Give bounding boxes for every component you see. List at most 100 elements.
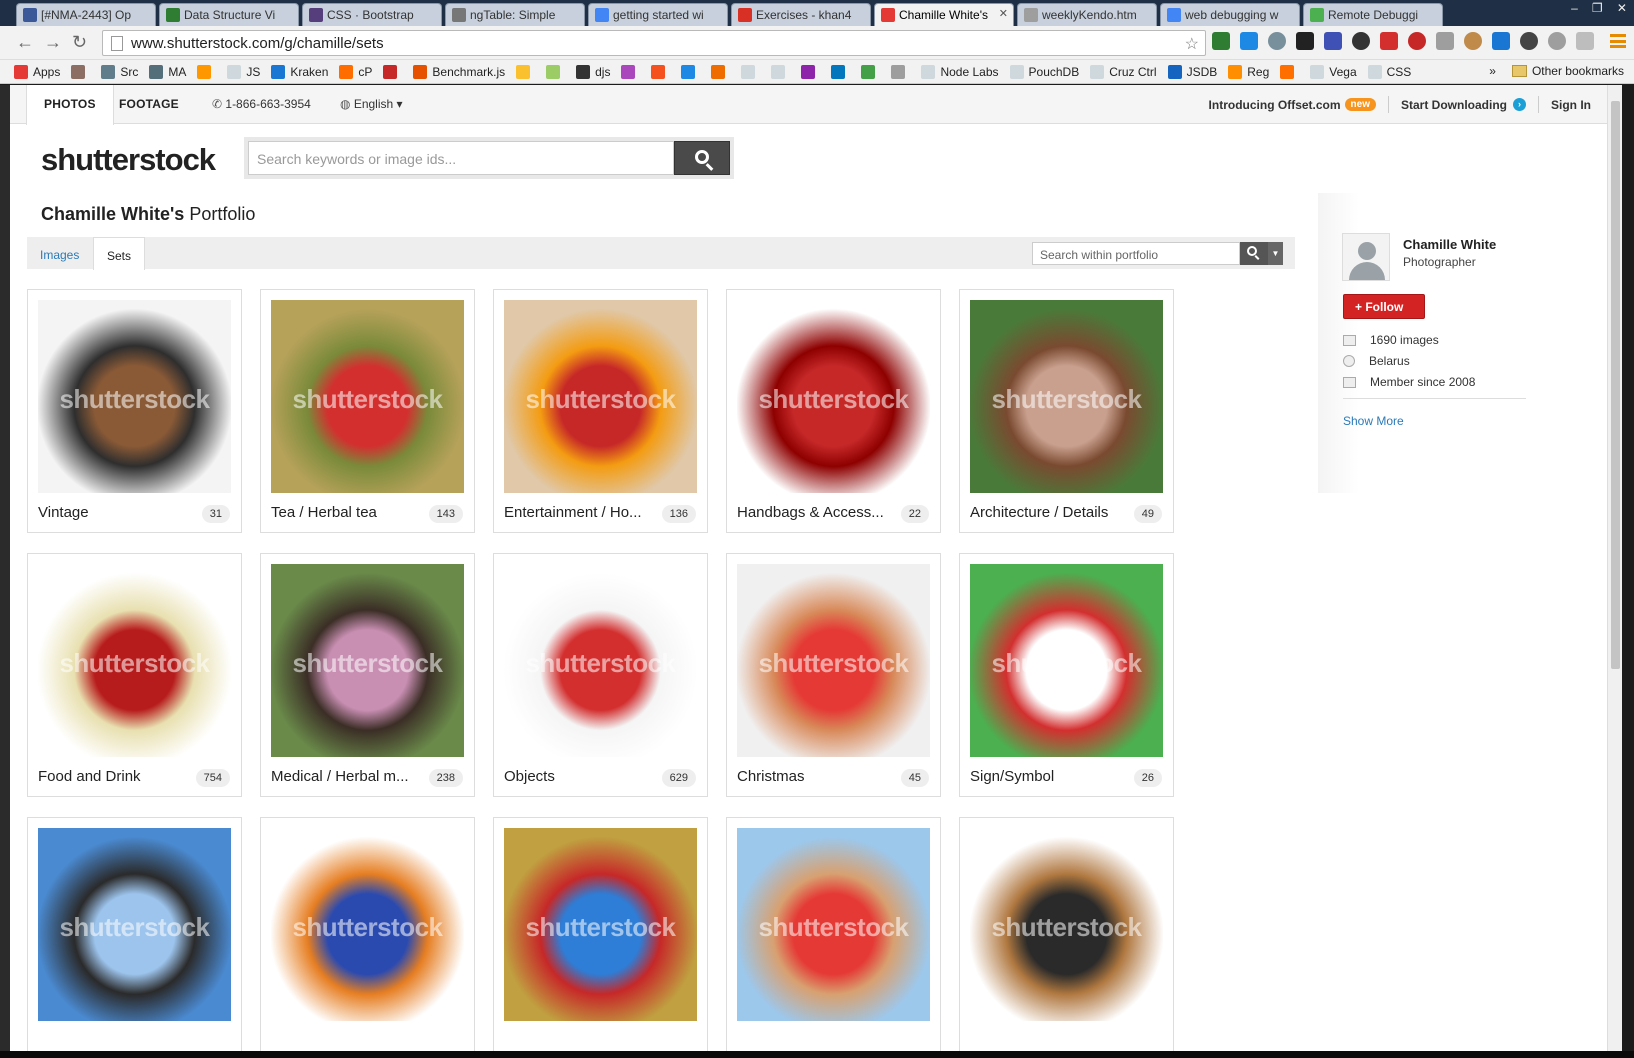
- set-card[interactable]: shutterstock Architecture / Details 49: [959, 289, 1174, 533]
- set-name[interactable]: Architecture / Details: [970, 504, 1120, 521]
- set-thumbnail[interactable]: shutterstock: [38, 300, 231, 493]
- set-thumbnail[interactable]: shutterstock: [737, 300, 930, 493]
- set-thumbnail[interactable]: shutterstock: [970, 564, 1163, 757]
- tab-sets[interactable]: Sets: [93, 237, 146, 270]
- bookmark-item[interactable]: [383, 64, 402, 79]
- set-thumbnail[interactable]: shutterstock: [271, 300, 464, 493]
- browser-tab[interactable]: web debugging w: [1160, 3, 1300, 26]
- set-name[interactable]: Vintage: [38, 504, 188, 521]
- extension-icon[interactable]: [1408, 32, 1426, 50]
- set-card[interactable]: shutterstock: [260, 817, 475, 1051]
- bookmark-item[interactable]: Apps: [14, 64, 60, 79]
- minimize-icon[interactable]: –: [1571, 1, 1578, 20]
- search-input[interactable]: Search keywords or image ids...: [248, 141, 674, 175]
- set-card[interactable]: shutterstock: [726, 817, 941, 1051]
- bookmark-item[interactable]: [516, 64, 535, 79]
- bookmark-item[interactable]: cP: [339, 64, 372, 79]
- set-card[interactable]: shutterstock Food and Drink 754: [27, 553, 242, 797]
- bookmark-item[interactable]: [546, 64, 565, 79]
- extension-icon[interactable]: [1296, 32, 1314, 50]
- set-name[interactable]: Handbags & Access...: [737, 504, 887, 521]
- forward-icon[interactable]: →: [44, 32, 62, 53]
- set-name[interactable]: Objects: [504, 768, 654, 785]
- browser-tab[interactable]: Remote Debuggi: [1303, 3, 1443, 26]
- extension-icon[interactable]: [1240, 32, 1258, 50]
- bookmark-item[interactable]: [621, 64, 640, 79]
- follow-button[interactable]: + Follow: [1343, 294, 1425, 319]
- bookmark-item[interactable]: Cruz Ctrl: [1090, 64, 1157, 79]
- language-selector[interactable]: ◍ English ▾: [340, 97, 403, 111]
- tab-images[interactable]: Images: [27, 237, 92, 269]
- extension-icon[interactable]: [1436, 32, 1454, 50]
- extension-icon[interactable]: [1464, 32, 1482, 50]
- bookmark-item[interactable]: JS: [227, 64, 260, 79]
- set-card[interactable]: shutterstock Tea / Herbal tea 143: [260, 289, 475, 533]
- bookmark-item[interactable]: Kraken: [271, 64, 328, 79]
- other-bookmarks[interactable]: Other bookmarks: [1532, 64, 1624, 78]
- maximize-icon[interactable]: ❐: [1592, 1, 1603, 20]
- extension-icon[interactable]: [1380, 32, 1398, 50]
- set-thumbnail[interactable]: shutterstock: [970, 300, 1163, 493]
- bookmark-item[interactable]: [711, 64, 730, 79]
- search-button[interactable]: [674, 141, 730, 175]
- offset-link[interactable]: Introducing Offset.com: [1209, 98, 1341, 112]
- back-icon[interactable]: ←: [16, 32, 34, 53]
- bookmark-item[interactable]: Vega: [1310, 64, 1357, 79]
- browser-tab[interactable]: CSS · Bootstrap: [302, 3, 442, 26]
- bookmark-item[interactable]: MA: [149, 64, 186, 79]
- set-thumbnail[interactable]: shutterstock: [271, 828, 464, 1021]
- set-card[interactable]: shutterstock: [27, 817, 242, 1051]
- shutterstock-logo[interactable]: shutterstock: [41, 142, 216, 178]
- bookmark-item[interactable]: [1280, 64, 1299, 79]
- bookmark-item[interactable]: Benchmark.js: [413, 64, 505, 79]
- bookmark-item[interactable]: [861, 64, 880, 79]
- browser-tab[interactable]: getting started wi: [588, 3, 728, 26]
- bookmark-item[interactable]: Node Labs: [921, 64, 999, 79]
- set-card[interactable]: shutterstock Medical / Herbal m... 238: [260, 553, 475, 797]
- extension-icon[interactable]: [1352, 32, 1370, 50]
- extension-icon[interactable]: [1548, 32, 1566, 50]
- set-name[interactable]: Food and Drink: [38, 768, 188, 785]
- set-thumbnail[interactable]: shutterstock: [970, 828, 1163, 1021]
- tab-footage[interactable]: FOOTAGE: [102, 85, 196, 124]
- set-card[interactable]: shutterstock Handbags & Access... 22: [726, 289, 941, 533]
- browser-tab[interactable]: Exercises - khan4: [731, 3, 871, 26]
- sign-in-link[interactable]: Sign In: [1551, 98, 1591, 112]
- bookmark-item[interactable]: [801, 64, 820, 79]
- bookmark-item[interactable]: djs: [576, 64, 610, 79]
- bookmark-item[interactable]: [741, 64, 760, 79]
- extension-icon[interactable]: [1520, 32, 1538, 50]
- reload-icon[interactable]: ↻: [72, 32, 87, 53]
- start-downloading-link[interactable]: Start Downloading: [1401, 98, 1507, 112]
- set-card[interactable]: shutterstock Entertainment / Ho... 136: [493, 289, 708, 533]
- extension-icon[interactable]: [1268, 32, 1286, 50]
- set-card[interactable]: shutterstock: [959, 817, 1174, 1051]
- browser-tab[interactable]: Chamille White's ✕: [874, 3, 1014, 26]
- chrome-menu-icon[interactable]: [1610, 34, 1626, 48]
- set-card[interactable]: shutterstock Objects 629: [493, 553, 708, 797]
- show-more-link[interactable]: Show More: [1343, 414, 1404, 428]
- extension-icon[interactable]: [1576, 32, 1594, 50]
- set-thumbnail[interactable]: shutterstock: [737, 828, 930, 1021]
- set-thumbnail[interactable]: shutterstock: [737, 564, 930, 757]
- set-card[interactable]: shutterstock Sign/Symbol 26: [959, 553, 1174, 797]
- bookmark-item[interactable]: [771, 64, 790, 79]
- set-thumbnail[interactable]: shutterstock: [504, 828, 697, 1021]
- bookmark-item[interactable]: Reg: [1228, 64, 1269, 79]
- set-name[interactable]: Christmas: [737, 768, 887, 785]
- set-card[interactable]: shutterstock Christmas 45: [726, 553, 941, 797]
- tab-photos[interactable]: PHOTOS: [26, 85, 114, 125]
- set-name[interactable]: Sign/Symbol: [970, 768, 1120, 785]
- portfolio-search-input[interactable]: Search within portfolio: [1032, 242, 1240, 265]
- avatar[interactable]: [1342, 233, 1390, 281]
- scrollbar-thumb[interactable]: [1611, 101, 1620, 669]
- set-thumbnail[interactable]: shutterstock: [504, 564, 697, 757]
- bookmark-star-icon[interactable]: ☆: [1185, 34, 1199, 54]
- bookmark-item[interactable]: [71, 64, 90, 79]
- set-name[interactable]: Medical / Herbal m...: [271, 768, 421, 785]
- set-thumbnail[interactable]: shutterstock: [271, 564, 464, 757]
- portfolio-search-button[interactable]: [1240, 242, 1268, 265]
- close-window-icon[interactable]: ✕: [1617, 1, 1627, 20]
- set-thumbnail[interactable]: shutterstock: [38, 564, 231, 757]
- browser-tab[interactable]: Data Structure Vi: [159, 3, 299, 26]
